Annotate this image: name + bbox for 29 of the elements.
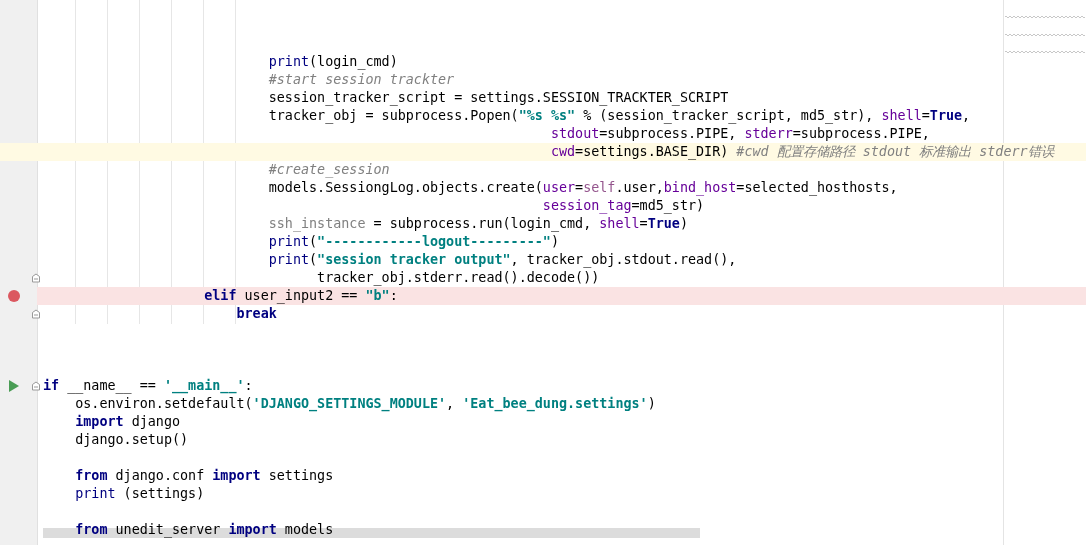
code-line: session_tracker_script = settings.SESSION_TRACKTER_SCRIPT bbox=[267, 90, 729, 105]
code-line: tracker_obj.stderr.read().decode()) bbox=[316, 270, 600, 285]
code-line: tracker_obj = subprocess.Popen("%s %s" % (session_tracker_script, md5_str), shell=True, bbox=[267, 108, 971, 123]
code-line: models.SessiongLog.objects.create(user=self.user,bind_host=selected_hosthosts, bbox=[267, 180, 898, 195]
code-line: elif user_input2 == "b": bbox=[203, 288, 398, 303]
fold-icon[interactable] bbox=[31, 381, 41, 391]
run-icon[interactable] bbox=[9, 380, 19, 392]
wavy-line-icon bbox=[1005, 50, 1085, 54]
code-line: if __name__ == '__main__': bbox=[43, 378, 253, 393]
fold-icon[interactable] bbox=[31, 309, 41, 319]
code-line: #create_session bbox=[267, 162, 390, 177]
code-line: cwd=settings.BASE_DIR) #cwd 配置存储路径 stdout 标准输出 stderr错误 bbox=[549, 144, 1054, 159]
code-line: os.environ.setdefault('DJANGO_SETTINGS_MODULE', 'Eat_bee_dung.settings') bbox=[74, 396, 656, 411]
fold-icon[interactable] bbox=[31, 273, 41, 283]
code-line: from django.conf import settings bbox=[74, 468, 334, 483]
code-line: print("session tracker output", tracker_obj.stdout.read(), bbox=[267, 252, 737, 267]
code-line: session_tag=md5_str) bbox=[541, 198, 705, 213]
wavy-line-icon bbox=[1005, 15, 1085, 19]
code-line: ssh_instance = subprocess.run(login_cmd, shell=True) bbox=[267, 216, 688, 231]
code-line: print(login_cmd) bbox=[267, 54, 398, 69]
code-line: print (settings) bbox=[74, 486, 205, 501]
code-line: print("------------logout---------") bbox=[267, 234, 559, 249]
code-line: django.setup() bbox=[74, 432, 189, 447]
wavy-line-icon bbox=[1005, 33, 1085, 37]
code-line: #start session trackter bbox=[267, 72, 455, 87]
code-line: from unedit_server import models bbox=[74, 522, 334, 537]
code-line: stdout=subprocess.PIPE, stderr=subprocess.PIPE, bbox=[549, 126, 930, 141]
code-line: break bbox=[235, 306, 277, 321]
code-line: import django bbox=[74, 414, 181, 429]
